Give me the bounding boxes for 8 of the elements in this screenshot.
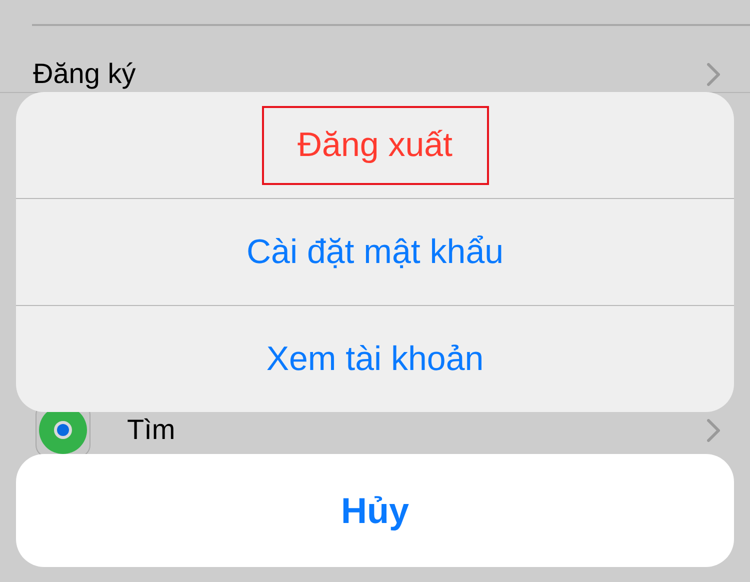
- list-item-label: Đăng ký: [33, 58, 137, 91]
- action-button[interactable]: Cài đặt mật khẩu: [210, 212, 540, 292]
- action-button[interactable]: Xem tài khoản: [230, 320, 520, 398]
- cancel-button[interactable]: Hủy: [16, 454, 734, 567]
- action-button[interactable]: Đăng xuất: [262, 106, 488, 184]
- chevron-right-icon: [707, 418, 720, 442]
- list-item-label: Tìm: [127, 414, 176, 446]
- chevron-right-icon: [707, 63, 720, 86]
